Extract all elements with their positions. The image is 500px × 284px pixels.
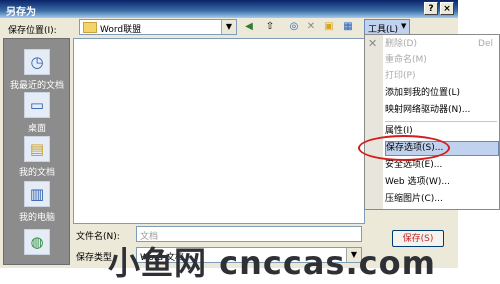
recent-docs-icon: ◷ xyxy=(24,49,50,75)
place-recent-documents[interactable]: ◷ 我最近的文档 xyxy=(4,49,70,91)
menu-item-map-network-drive[interactable]: 映射网络驱动器(N)... xyxy=(385,103,499,118)
new-folder-icon[interactable]: ▣ xyxy=(321,19,337,35)
file-list[interactable] xyxy=(73,38,365,224)
delete-icon[interactable]: ✕ xyxy=(303,19,319,35)
watermark: 小鱼网 cnccas.com xyxy=(108,244,436,282)
menu-item-print[interactable]: 打印(P) xyxy=(385,69,499,84)
highlight-circle xyxy=(358,135,450,161)
save-in-combo[interactable]: Word联盟 ▼ xyxy=(79,19,237,35)
my-documents-icon: ▤ xyxy=(24,136,50,162)
close-button[interactable]: × xyxy=(440,2,454,15)
dialog-title: 另存为 xyxy=(6,7,36,18)
menu-item-label: 安全选项(E)... xyxy=(385,160,443,170)
place-my-computer[interactable]: ▥ 我的电脑 xyxy=(4,181,70,223)
network-places-icon: ◍ xyxy=(24,229,50,255)
place-label: 我的文档 xyxy=(18,168,55,178)
place-network[interactable]: ◍ xyxy=(4,229,70,258)
menu-item-rename[interactable]: 重命名(M) xyxy=(385,53,499,68)
menu-item-add-to-my-places[interactable]: 添加到我的位置(L) xyxy=(385,86,499,101)
menu-item-label: 映射网络驱动器(N)... xyxy=(385,105,471,115)
help-button[interactable]: ? xyxy=(424,2,438,15)
place-label: 桌面 xyxy=(27,124,46,134)
delete-icon: ✕ xyxy=(368,37,378,50)
menu-icon-strip xyxy=(365,35,383,209)
menu-item-delete[interactable]: 删除(D) Del xyxy=(385,37,499,52)
menu-separator xyxy=(385,121,497,122)
menu-item-compress-pictures[interactable]: 压缩图片(C)... xyxy=(385,192,499,207)
chevron-down-icon[interactable]: ▼ xyxy=(221,20,236,34)
my-computer-icon: ▥ xyxy=(24,181,50,207)
folder-icon xyxy=(83,22,97,33)
menu-item-label: 压缩图片(C)... xyxy=(385,194,443,204)
tools-menu-button[interactable]: 工具(L) ▼ xyxy=(364,19,410,35)
desktop-icon: ▭ xyxy=(24,92,50,118)
menu-item-shortcut: Del xyxy=(478,39,493,49)
places-bar: ◷ 我最近的文档 ▭ 桌面 ▤ 我的文档 ▥ 我的电脑 ◍ xyxy=(3,38,70,265)
place-desktop[interactable]: ▭ 桌面 xyxy=(4,92,70,134)
menu-item-label: 添加到我的位置(L) xyxy=(385,88,461,98)
place-label: 我最近的文档 xyxy=(9,81,64,91)
menu-item-label: 打印(P) xyxy=(385,71,416,81)
search-web-icon[interactable]: ◎ xyxy=(286,19,302,35)
save-in-value: Word联盟 xyxy=(100,25,142,35)
menu-item-label: 重命名(M) xyxy=(385,55,427,65)
filetype-label: 保存类型 xyxy=(76,253,113,263)
place-label: 我的电脑 xyxy=(18,213,55,223)
title-bar: 另存为 ? × xyxy=(0,0,458,18)
chevron-down-icon: ▼ xyxy=(401,22,407,30)
tools-dropdown-menu: ✕ 删除(D) Del 重命名(M) 打印(P) 添加到我的位置(L) 映射网络… xyxy=(364,34,500,210)
menu-item-label: Web 选项(W)... xyxy=(385,177,450,187)
place-my-documents[interactable]: ▤ 我的文档 xyxy=(4,136,70,178)
menu-item-label: 删除(D) xyxy=(385,39,417,49)
save-in-label: 保存位置(I): xyxy=(8,26,57,36)
menu-item-web-options[interactable]: Web 选项(W)... xyxy=(385,175,499,190)
up-folder-icon[interactable]: ⇧ xyxy=(262,19,278,35)
views-icon[interactable]: ▦ xyxy=(340,19,356,35)
back-icon[interactable]: ◀ xyxy=(241,19,257,35)
